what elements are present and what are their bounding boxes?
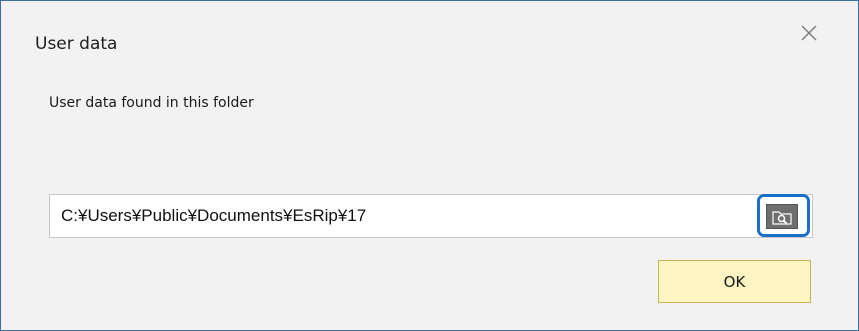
dialog-titlebar: User data bbox=[1, 1, 858, 81]
user-data-dialog: User data User data found in this folder… bbox=[0, 0, 859, 331]
browse-button[interactable] bbox=[766, 204, 798, 229]
dialog-title: User data bbox=[35, 34, 118, 54]
folder-search-icon bbox=[772, 210, 792, 225]
ok-button[interactable]: OK bbox=[658, 260, 811, 303]
folder-path-text: C:¥Users¥Public¥Documents¥EsRip¥17 bbox=[61, 206, 367, 225]
close-icon bbox=[801, 25, 817, 41]
dialog-message: User data found in this folder bbox=[49, 95, 254, 111]
folder-path-field[interactable]: C:¥Users¥Public¥Documents¥EsRip¥17 bbox=[49, 194, 813, 238]
close-button[interactable] bbox=[787, 13, 831, 53]
